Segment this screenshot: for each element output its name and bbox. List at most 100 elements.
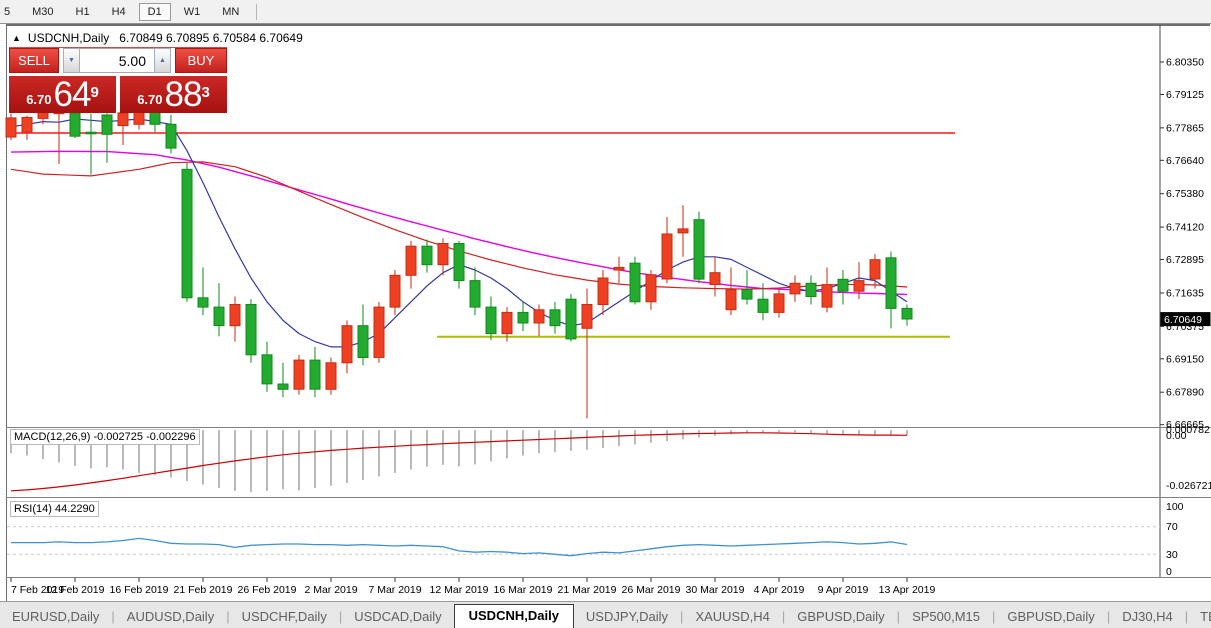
candle bbox=[533, 309, 545, 324]
candle bbox=[757, 298, 769, 313]
candle bbox=[5, 117, 17, 138]
candle bbox=[661, 233, 673, 280]
spin-down-icon: ▼ bbox=[68, 57, 75, 64]
svg-text:6.77865: 6.77865 bbox=[1166, 122, 1204, 134]
svg-text:0.00: 0.00 bbox=[1166, 430, 1187, 442]
buy-price-box[interactable]: 6.70 88 3 bbox=[120, 76, 227, 113]
svg-text:26 Mar 2019: 26 Mar 2019 bbox=[622, 584, 681, 596]
candle bbox=[469, 280, 481, 308]
macd-indicator-label: MACD(12,26,9) -0.002725 -0.002296 bbox=[10, 429, 200, 445]
rsi-axis: 100 70 30 0 bbox=[1166, 501, 1184, 578]
symbol-tab-gbpusd-daily[interactable]: GBPUSD,Daily bbox=[785, 606, 896, 628]
buy-price-pips: 88 bbox=[164, 75, 203, 114]
sell-button[interactable]: SELL bbox=[9, 48, 59, 73]
symbol-tab-xauusd-h4[interactable]: XAUUSD,H4 bbox=[683, 606, 781, 628]
one-click-trade-panel: SELL ▼ ▲ BUY 6.70 64 9 6.70 88 3 bbox=[9, 47, 227, 113]
candle bbox=[597, 277, 609, 305]
svg-text:6.72895: 6.72895 bbox=[1166, 254, 1204, 266]
symbol-tab-usdjpy-daily[interactable]: USDJPY,Daily bbox=[574, 606, 680, 628]
candle bbox=[85, 131, 97, 135]
symbol-tab-gbpusd-daily[interactable]: GBPUSD,Daily bbox=[995, 606, 1106, 628]
svg-text:6.80350: 6.80350 bbox=[1166, 57, 1204, 69]
candle bbox=[741, 289, 753, 300]
rsi-line bbox=[11, 537, 908, 557]
svg-text:6.69150: 6.69150 bbox=[1166, 353, 1204, 365]
svg-text:16 Mar 2019: 16 Mar 2019 bbox=[494, 584, 553, 596]
candle bbox=[325, 362, 337, 390]
candle bbox=[709, 272, 721, 286]
buy-button[interactable]: BUY bbox=[175, 48, 227, 73]
svg-text:6.67890: 6.67890 bbox=[1166, 387, 1204, 399]
rsi-indicator-label: RSI(14) 44.2290 bbox=[10, 501, 99, 517]
symbol-tab-eurusd-daily[interactable]: EURUSD,Daily bbox=[0, 606, 111, 628]
amount-increase-button[interactable]: ▲ bbox=[154, 48, 171, 73]
svg-text:12 Mar 2019: 12 Mar 2019 bbox=[430, 584, 489, 596]
svg-text:9 Apr 2019: 9 Apr 2019 bbox=[818, 584, 869, 596]
symbol-tab-usdcad-daily[interactable]: USDCAD,Daily bbox=[342, 606, 453, 628]
candle bbox=[165, 123, 177, 149]
candle bbox=[645, 274, 657, 303]
candle bbox=[485, 306, 497, 335]
svg-text:6.74120: 6.74120 bbox=[1166, 222, 1204, 234]
candle bbox=[197, 297, 209, 308]
ma-fast-line bbox=[10, 118, 908, 348]
svg-text:0: 0 bbox=[1166, 566, 1172, 578]
spin-up-icon: ▲ bbox=[159, 57, 166, 64]
trading-app-window: { "toolbar": {"items": ["5", "M30", "H1"… bbox=[0, 0, 1211, 628]
candle bbox=[869, 259, 881, 280]
svg-text:-0.026721: -0.026721 bbox=[1166, 480, 1211, 492]
candle bbox=[901, 307, 913, 320]
candle bbox=[821, 284, 833, 308]
symbol-tab-usdcnh-daily[interactable]: USDCNH,Daily bbox=[453, 604, 574, 628]
rsi-level-lines bbox=[7, 526, 1160, 555]
candle bbox=[853, 280, 865, 292]
svg-text:30 Mar 2019: 30 Mar 2019 bbox=[686, 584, 745, 596]
candle bbox=[885, 257, 897, 309]
price-axis: 6.80350 6.79125 6.77865 6.76640 6.75380 6.741… bbox=[1160, 57, 1211, 431]
svg-text:21 Mar 2019: 21 Mar 2019 bbox=[558, 584, 617, 596]
macd-axis: 0.0007820.00-0.026721 bbox=[1166, 424, 1211, 492]
candle bbox=[565, 298, 577, 340]
date-axis: 7 Feb 201912 Feb 2019 16 Feb 2019 21 Feb 2… bbox=[10, 577, 936, 596]
candle bbox=[693, 219, 705, 280]
candle bbox=[357, 325, 369, 359]
svg-text:21 Feb 2019: 21 Feb 2019 bbox=[174, 584, 233, 596]
symbol-tab-dj30-h4[interactable]: DJ30,H4 bbox=[1110, 606, 1185, 628]
svg-text:16 Feb 2019: 16 Feb 2019 bbox=[110, 584, 169, 596]
svg-text:13 Apr 2019: 13 Apr 2019 bbox=[879, 584, 936, 596]
candle bbox=[773, 293, 785, 313]
symbol-tab-sp500-m15[interactable]: SP500,M15 bbox=[900, 606, 992, 628]
candle bbox=[405, 245, 417, 276]
candle bbox=[181, 168, 193, 299]
buy-price-point: 3 bbox=[201, 84, 210, 101]
sell-price-prefix: 6.70 bbox=[26, 92, 52, 107]
svg-text:100: 100 bbox=[1166, 501, 1184, 513]
symbol-tab-bar: EURUSD,Daily | AUDUSD,Daily | USDCHF,Daily | U… bbox=[0, 601, 1211, 628]
candle bbox=[261, 354, 273, 385]
candle bbox=[421, 245, 433, 266]
svg-text:12 Feb 2019: 12 Feb 2019 bbox=[46, 584, 105, 596]
candle bbox=[581, 304, 593, 329]
candle bbox=[21, 116, 33, 133]
candle bbox=[389, 274, 401, 308]
candle bbox=[437, 243, 449, 266]
candle bbox=[293, 359, 305, 390]
svg-text:6.71635: 6.71635 bbox=[1166, 287, 1204, 299]
lot-amount-input[interactable] bbox=[80, 48, 154, 73]
svg-text:2 Mar 2019: 2 Mar 2019 bbox=[304, 584, 357, 596]
symbol-tab-audusd-daily[interactable]: AUDUSD,Daily bbox=[115, 606, 226, 628]
candle bbox=[613, 266, 625, 271]
chart-symbol-title: USDCNH,Daily bbox=[27, 31, 110, 45]
svg-text:6.70649: 6.70649 bbox=[1164, 314, 1202, 326]
candle bbox=[309, 359, 321, 390]
svg-text:6.79125: 6.79125 bbox=[1166, 89, 1204, 101]
collapse-triangle-icon[interactable]: ▲ bbox=[12, 33, 21, 43]
sell-price-box[interactable]: 6.70 64 9 bbox=[9, 76, 116, 113]
symbol-tab-usdchf-daily[interactable]: USDCHF,Daily bbox=[230, 606, 339, 628]
amount-decrease-button[interactable]: ▼ bbox=[63, 48, 80, 73]
svg-text:7 Mar 2019: 7 Mar 2019 bbox=[368, 584, 421, 596]
candle bbox=[677, 228, 689, 234]
candle bbox=[517, 311, 529, 324]
candle bbox=[549, 309, 561, 327]
symbol-tab-tech100-h1[interactable]: TECH100,H1 bbox=[1188, 606, 1211, 628]
